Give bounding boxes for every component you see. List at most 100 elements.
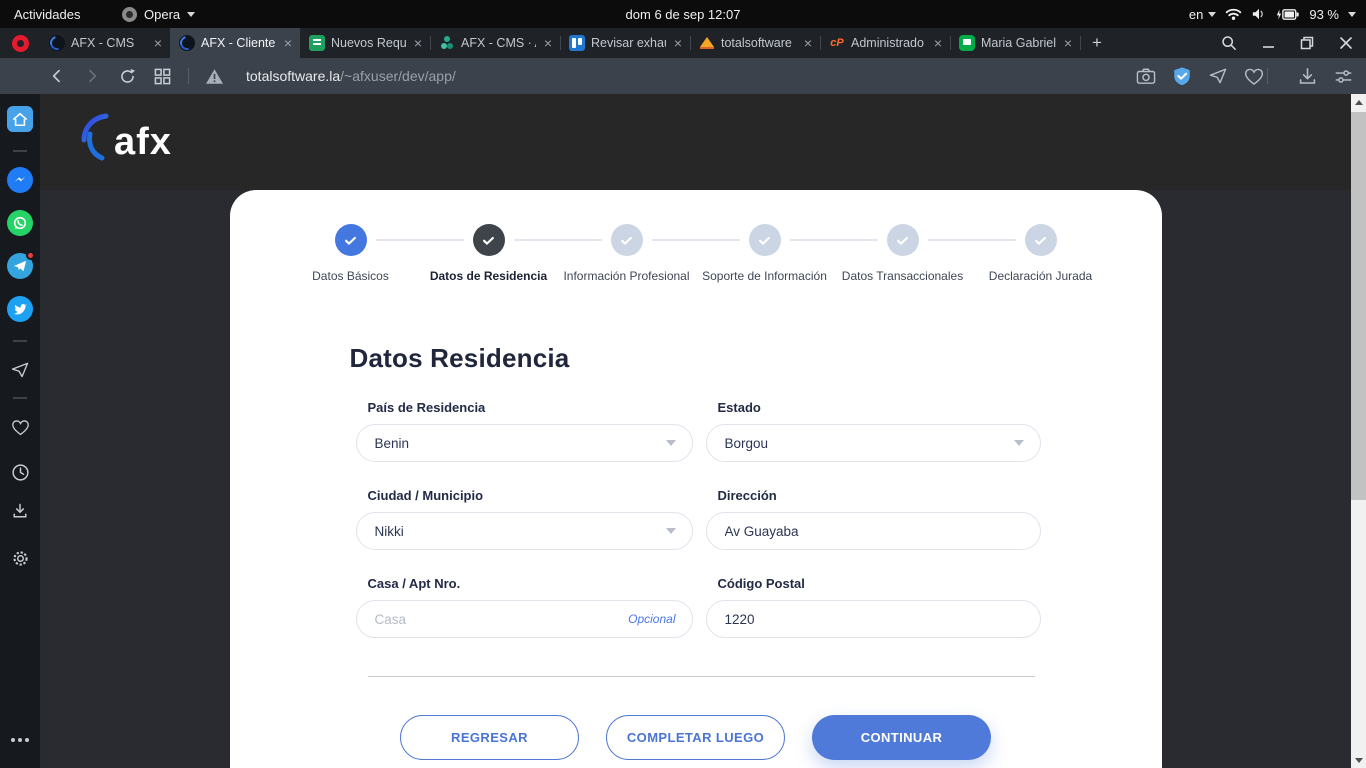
browser-tab-afx-cms[interactable]: AFX - CMS × — [40, 28, 170, 58]
direccion-input[interactable] — [725, 524, 1024, 539]
estado-select[interactable]: Borgou — [706, 424, 1041, 462]
back-button[interactable] — [46, 66, 68, 86]
page-title: Datos Residencia — [350, 343, 1162, 374]
address-bar[interactable]: totalsoftware.la/~afxuser/dev/app/ — [246, 68, 456, 84]
optional-badge: Opcional — [628, 612, 675, 626]
browser-tab-nuevos-req[interactable]: Nuevos Requ × — [300, 28, 430, 58]
direccion-input-wrap — [706, 512, 1041, 550]
scroll-up-arrow[interactable] — [1351, 94, 1366, 110]
bookmark-heart-icon[interactable] — [1243, 67, 1265, 86]
browser-tab-revisar[interactable]: Revisar exhau × — [560, 28, 690, 58]
snapshot-camera-icon[interactable] — [1135, 67, 1157, 85]
downloads-icon[interactable] — [1296, 67, 1318, 86]
sidebar-more-icon[interactable] — [18, 738, 22, 742]
new-tab-button[interactable]: + — [1080, 28, 1114, 58]
vpn-shield-badge-icon[interactable] — [1171, 66, 1193, 86]
browser-tab-administrador[interactable]: cP Administrado × — [820, 28, 950, 58]
speed-dial-home-icon[interactable] — [7, 106, 33, 132]
reload-button[interactable] — [116, 67, 138, 86]
my-flow-icon[interactable] — [1207, 66, 1229, 86]
step-declaracion-jurada[interactable]: Declaración Jurada — [972, 224, 1110, 283]
browser-tab-afx-cliente-active[interactable]: AFX - Cliente × — [170, 28, 300, 58]
step-informacion-profesional[interactable]: Información Profesional — [558, 224, 696, 283]
tab-close-icon[interactable]: × — [282, 36, 294, 50]
field-pais-de-residencia: País de Residencia Benin — [356, 400, 693, 462]
activities-button[interactable]: Actividades — [14, 7, 80, 22]
tab-close-icon[interactable]: × — [672, 36, 684, 50]
back-button[interactable]: REGRESAR — [400, 715, 579, 760]
step-datos-residencia[interactable]: Datos de Residencia — [420, 224, 558, 283]
tab-close-icon[interactable]: × — [412, 36, 424, 50]
wizard-stepper: Datos Básicos Datos de Residencia Inform… — [230, 190, 1162, 283]
browser-toolbar: totalsoftware.la/~afxuser/dev/app/ — [0, 58, 1366, 94]
continue-button[interactable]: CONTINUAR — [812, 715, 991, 760]
window-minimize-button[interactable] — [1262, 37, 1275, 50]
step-label: Datos de Residencia — [420, 269, 558, 283]
tab-title: AFX - Cliente — [201, 36, 276, 50]
pais-select[interactable]: Benin — [356, 424, 693, 462]
system-top-bar: Actividades Opera dom 6 de sep 12:07 en … — [0, 0, 1366, 28]
easy-setup-sliders-icon[interactable] — [1332, 67, 1354, 86]
browser-tab-maria-gabriel[interactable]: Maria Gabriel × — [950, 28, 1080, 58]
check-circle-icon — [1025, 224, 1057, 256]
browser-tab-totalsoftware[interactable]: totalsoftware × — [690, 28, 820, 58]
settings-gear-icon[interactable] — [7, 545, 33, 571]
keyboard-layout-indicator[interactable]: en — [1189, 7, 1216, 22]
history-clock-icon[interactable] — [7, 459, 33, 485]
step-label: Declaración Jurada — [972, 269, 1110, 283]
battery-charging-icon — [1276, 8, 1300, 21]
chevron-down-icon — [187, 12, 195, 17]
tab-close-icon[interactable]: × — [932, 36, 944, 50]
app-menu[interactable]: Opera — [122, 7, 195, 22]
casa-input[interactable] — [375, 612, 629, 627]
system-tray[interactable]: en 93 % — [1189, 7, 1356, 22]
twitter-icon[interactable] — [7, 296, 33, 322]
browser-tab-afx-cms-a[interactable]: AFX - CMS · A × — [430, 28, 560, 58]
downloads-icon[interactable] — [7, 498, 33, 524]
flow-paper-plane-icon[interactable] — [7, 357, 33, 383]
tab-title: Administrado — [851, 36, 926, 50]
forward-button[interactable] — [81, 66, 103, 86]
ciudad-select[interactable]: Nikki — [356, 512, 693, 550]
wifi-icon — [1225, 7, 1242, 21]
step-datos-transaccionales[interactable]: Datos Transaccionales — [834, 224, 972, 283]
whatsapp-icon[interactable] — [7, 210, 33, 236]
tab-close-icon[interactable]: × — [802, 36, 814, 50]
tab-search-icon[interactable] — [1221, 35, 1237, 51]
page-scrollbar[interactable] — [1351, 94, 1366, 768]
tab-title: AFX - CMS · A — [461, 36, 536, 50]
selected-value: Nikki — [375, 524, 404, 539]
speed-dial-grid-icon[interactable] — [151, 68, 173, 85]
window-restore-button[interactable] — [1300, 36, 1314, 50]
scroll-down-arrow[interactable] — [1351, 752, 1366, 768]
system-clock[interactable]: dom 6 de sep 12:07 — [626, 7, 741, 22]
keyboard-layout-label: en — [1189, 7, 1203, 22]
volume-icon — [1251, 7, 1267, 21]
notification-dot — [26, 251, 35, 260]
messenger-icon[interactable] — [7, 167, 33, 193]
codigo-postal-input[interactable] — [725, 612, 1024, 627]
window-close-button[interactable] — [1339, 36, 1353, 50]
field-label: Casa / Apt Nro. — [368, 576, 693, 591]
check-circle-icon — [611, 224, 643, 256]
tab-close-icon[interactable]: × — [542, 36, 554, 50]
bookmarks-heart-icon[interactable] — [7, 414, 33, 440]
complete-later-button[interactable]: COMPLETAR LUEGO — [606, 715, 785, 760]
url-host: totalsoftware.la — [246, 68, 340, 84]
telegram-icon[interactable] — [7, 253, 33, 279]
opera-logo[interactable] — [0, 28, 40, 58]
step-datos-basicos[interactable]: Datos Básicos — [282, 224, 420, 283]
toolbar-divider — [1267, 68, 1268, 84]
tab-close-icon[interactable]: × — [152, 36, 164, 50]
scrollbar-thumb[interactable] — [1351, 112, 1366, 500]
sheets-favicon — [309, 35, 325, 51]
afx-logo-text: afx — [114, 121, 172, 164]
tab-title: Revisar exhau — [591, 36, 666, 50]
step-soporte-informacion[interactable]: Soporte de Información — [696, 224, 834, 283]
residence-form: País de Residencia Benin Estado Borgou — [356, 400, 1041, 638]
sidebar-divider — [13, 150, 27, 152]
field-label: Ciudad / Municipio — [368, 488, 693, 503]
site-warning-icon[interactable] — [203, 68, 225, 85]
app-menu-label: Opera — [144, 7, 180, 22]
tab-close-icon[interactable]: × — [1062, 36, 1074, 50]
